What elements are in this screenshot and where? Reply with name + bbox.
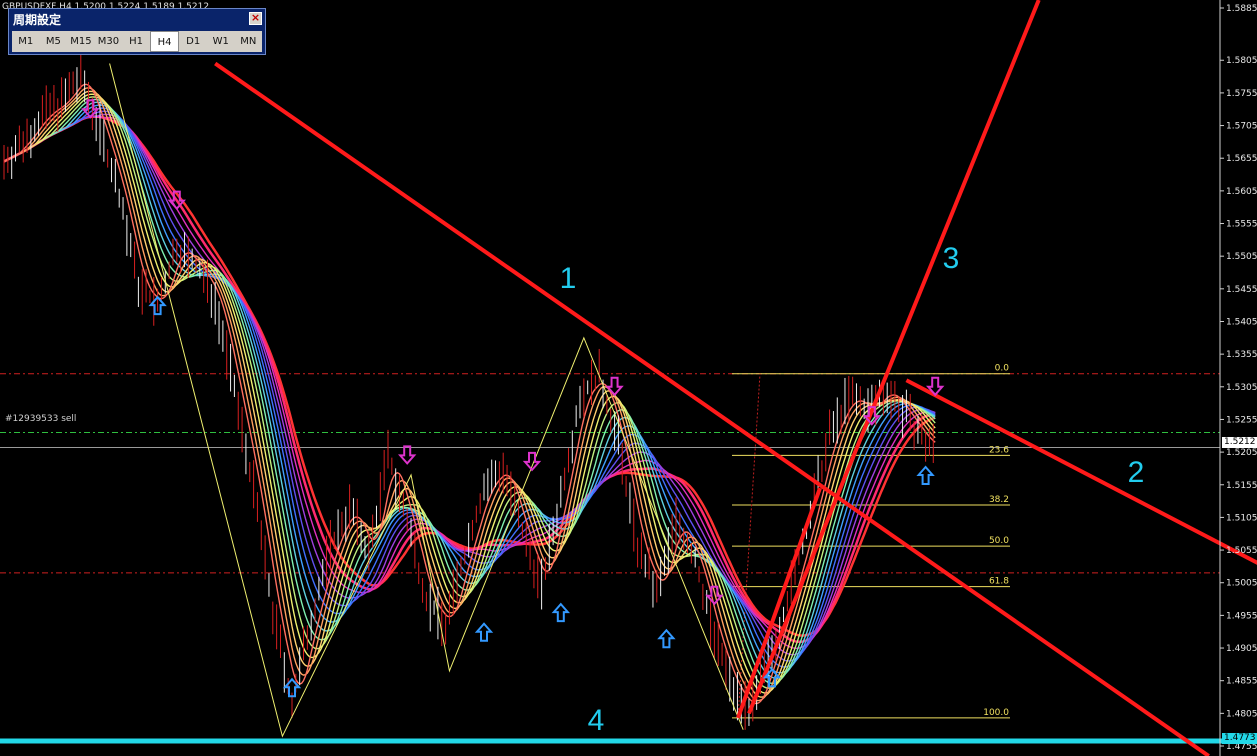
trendlines[interactable] bbox=[214, 0, 1257, 756]
buy-arrow-icon bbox=[657, 628, 676, 649]
price-tick-label: 1.5885 bbox=[1226, 4, 1257, 14]
price-tick-label: 1.5805 bbox=[1226, 56, 1257, 66]
current-price-tag: 1.5212 bbox=[1222, 437, 1257, 448]
price-tick-label: 1.4905 bbox=[1226, 644, 1257, 654]
price-tick-label: 1.5505 bbox=[1226, 252, 1257, 262]
support-price-tag: 1.4773 bbox=[1222, 733, 1257, 744]
wave-label-2: 2 bbox=[1128, 456, 1145, 489]
fib-level-label: 0.0 bbox=[995, 364, 1010, 374]
price-tick-label: 1.5205 bbox=[1226, 448, 1257, 458]
price-chart[interactable]: 0.023.638.250.061.8100.0 1.58851.58051.5… bbox=[0, 0, 1257, 756]
price-tick-label: 1.5705 bbox=[1226, 122, 1257, 132]
timeframe-button-m15[interactable]: M15 bbox=[67, 31, 95, 52]
wave-label-4: 4 bbox=[588, 704, 605, 737]
fib-level-label: 23.6 bbox=[989, 445, 1009, 455]
timeframe-button-h4[interactable]: H4 bbox=[149, 31, 180, 52]
price-tick-label: 1.5005 bbox=[1226, 579, 1257, 589]
timeframe-panel-title: 周期設定 bbox=[13, 13, 62, 27]
price-tick-label: 1.5605 bbox=[1226, 187, 1257, 197]
timeframe-button-m30[interactable]: M30 bbox=[95, 31, 123, 52]
price-tick-label: 1.4805 bbox=[1226, 709, 1257, 719]
price-tick-label: 1.5755 bbox=[1226, 89, 1257, 99]
order-label: #12939533 sell bbox=[5, 414, 76, 424]
zigzag-indicator bbox=[109, 63, 744, 738]
price-tick-label: 1.5155 bbox=[1226, 481, 1257, 491]
price-tick-label: 1.4955 bbox=[1226, 611, 1257, 621]
price-tick-label: 1.5255 bbox=[1226, 415, 1257, 425]
fib-level-label: 61.8 bbox=[989, 577, 1009, 587]
buy-arrow-icon bbox=[551, 602, 571, 623]
price-tick-label: 1.5355 bbox=[1226, 350, 1257, 360]
price-tick-label: 1.5105 bbox=[1226, 513, 1257, 523]
timeframe-button-m5[interactable]: M5 bbox=[40, 31, 68, 52]
price-tick-label: 1.5055 bbox=[1226, 546, 1257, 556]
fib-level-label: 100.0 bbox=[983, 708, 1009, 718]
price-tick-label: 1.5655 bbox=[1226, 154, 1257, 164]
timeframe-button-h1[interactable]: H1 bbox=[122, 31, 150, 52]
price-tick-label: 1.5455 bbox=[1226, 285, 1257, 295]
timeframe-button-w1[interactable]: W1 bbox=[207, 31, 235, 52]
price-tick-label: 1.5405 bbox=[1226, 317, 1257, 327]
timeframe-button-d1[interactable]: D1 bbox=[179, 31, 207, 52]
buy-arrow-icon bbox=[474, 622, 494, 642]
moving-average-ribbon bbox=[3, 83, 936, 705]
zigzag-line bbox=[109, 63, 744, 738]
fib-level-label: 50.0 bbox=[989, 536, 1009, 546]
price-axis: 1.5885 1.5805 1.5755 1.5705 1.5655 1.5605 1.55… bbox=[1219, 0, 1257, 756]
timeframe-button-m1[interactable]: M1 bbox=[12, 31, 40, 52]
signal-arrows bbox=[81, 99, 945, 698]
fib-level-label: 38.2 bbox=[989, 495, 1009, 505]
close-icon[interactable]: × bbox=[249, 12, 262, 25]
wave-label-1: 1 bbox=[560, 262, 577, 295]
price-tick-label: 1.4855 bbox=[1226, 677, 1257, 687]
price-tick-label: 1.5555 bbox=[1226, 220, 1257, 230]
price-tick-label: 1.5305 bbox=[1226, 383, 1257, 393]
timeframe-panel: 周期設定 × M1 M5 M15 M30 H1 H4 D1 W1 MN bbox=[8, 8, 266, 55]
line-2 bbox=[905, 378, 1257, 565]
timeframe-button-mn[interactable]: MN bbox=[235, 31, 263, 52]
timeframe-button-row: M1 M5 M15 M30 H1 H4 D1 W1 MN bbox=[12, 31, 262, 52]
sell-arrow-icon bbox=[397, 445, 417, 465]
wave-label-3: 3 bbox=[943, 242, 960, 275]
buy-arrow-icon bbox=[916, 465, 935, 485]
